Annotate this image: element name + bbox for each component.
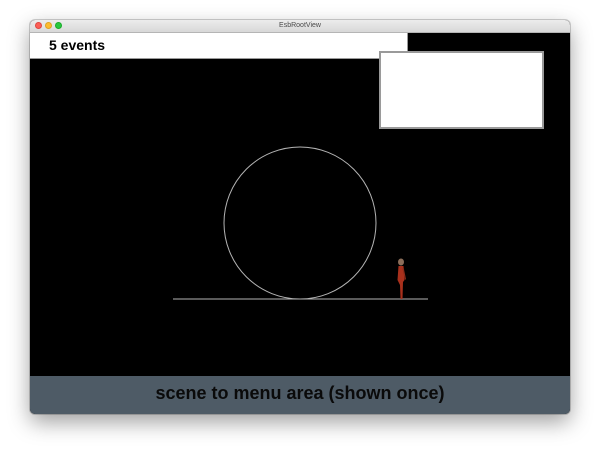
- events-count-label: 5 events: [49, 37, 106, 53]
- menu-area-bar[interactable]: scene to menu area (shown once): [30, 376, 570, 414]
- app-window: EsbRootView 5 events scene to menu area …: [30, 20, 570, 414]
- title-bar[interactable]: EsbRootView: [30, 20, 570, 33]
- figure-head: [398, 258, 404, 266]
- standing-figure: [397, 258, 406, 299]
- window-title: EsbRootView: [279, 22, 321, 29]
- events-counter-bar: 5 events: [30, 33, 408, 59]
- loop-circle: [223, 146, 377, 300]
- white-overlay-panel: [379, 51, 544, 129]
- menu-area-label: scene to menu area (shown once): [155, 383, 445, 403]
